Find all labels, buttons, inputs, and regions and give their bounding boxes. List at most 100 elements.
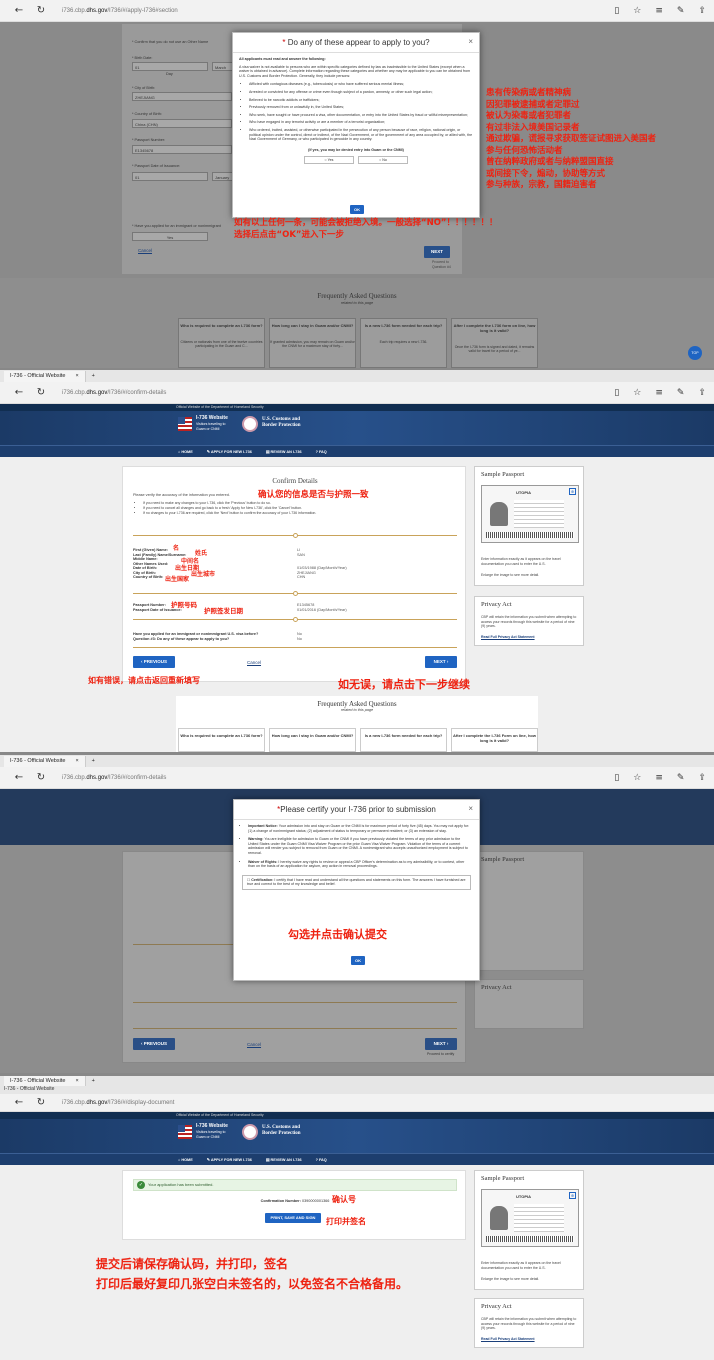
menu-apply[interactable]: ✎ APPLY FOR NEW I-736: [207, 449, 252, 454]
hub-icon[interactable]: ≡: [655, 773, 663, 783]
site-title[interactable]: I-736 Website Visitors traveling to Guam o…: [196, 1123, 228, 1141]
menu-faq[interactable]: ? FAQ: [316, 450, 327, 454]
passport-values: E1345678 01/01/2016 (Day/Month/Year): [297, 603, 347, 612]
close-icon[interactable]: ×: [468, 804, 473, 813]
close-tab-icon[interactable]: ×: [75, 758, 78, 764]
url-field[interactable]: i736.cbp.dhs.gov/I736/#/apply-I736#secti…: [62, 8, 614, 14]
cancel-link[interactable]: Cancel: [247, 1042, 261, 1047]
birth-day-field[interactable]: 01: [132, 62, 208, 71]
notes-icon[interactable]: ✎: [677, 388, 685, 398]
back-icon[interactable]: ←: [8, 387, 30, 398]
new-tab-icon[interactable]: +: [86, 1078, 95, 1084]
yes-radio[interactable]: ○ Yes: [304, 156, 354, 165]
faq-card-1[interactable]: Who is required to complete an I-736 for…: [178, 728, 265, 752]
faq-card-4[interactable]: After I complete the I-736 Form on line,…: [451, 728, 538, 752]
faq-card-4[interactable]: After I complete the I-736 form on line,…: [451, 318, 538, 368]
back-icon[interactable]: ←: [8, 772, 30, 783]
url-field[interactable]: i736.cbp.dhs.gov/I736/#/display-document: [62, 1100, 706, 1106]
next-button[interactable]: NEXT: [424, 246, 450, 258]
question-labels: Have you applied for an immigrant or non…: [133, 632, 258, 641]
close-tab-icon[interactable]: ×: [75, 1078, 78, 1084]
close-tab-icon[interactable]: ×: [75, 373, 78, 379]
privacy-title: Privacy Act: [481, 984, 512, 991]
notes-icon[interactable]: ✎: [677, 773, 685, 783]
certify-modal: *Please certify your I-736 prior to subm…: [233, 799, 480, 981]
privacy-text: CBP will retain the information you subm…: [481, 1317, 577, 1330]
privacy-act-card: Privacy Act CBP will retain the informat…: [474, 596, 584, 646]
passport-country: UTOPIA: [516, 490, 532, 495]
back-icon[interactable]: ←: [8, 5, 30, 16]
menu-home[interactable]: ⌂ HOME: [178, 1158, 193, 1162]
passport-image[interactable]: UTOPIA ⊕: [481, 485, 579, 543]
issue-month-field[interactable]: January: [212, 172, 234, 181]
hub-icon[interactable]: ≡: [655, 388, 663, 398]
refresh-icon[interactable]: ↻: [30, 387, 52, 398]
menu-apply[interactable]: ✎ APPLY FOR NEW I-736: [207, 1157, 252, 1162]
favorite-star-icon[interactable]: ☆: [633, 773, 641, 783]
print-save-sign-button[interactable]: PRINT, SAVE AND SIGN: [265, 1213, 321, 1223]
previous-button[interactable]: ‹ PREVIOUS: [133, 656, 175, 668]
ok-button[interactable]: OK: [350, 205, 364, 214]
no-radio[interactable]: ○ No: [358, 156, 408, 165]
browser-tab[interactable]: I-736 - Official Website ×: [4, 755, 86, 767]
menu-home[interactable]: ⌂ HOME: [178, 450, 193, 454]
issue-day-field[interactable]: 01: [132, 172, 208, 181]
city-birth-field[interactable]: ZHEJIANG: [132, 92, 232, 101]
favorite-star-icon[interactable]: ☆: [633, 388, 641, 398]
annotation-certify: 勾选并点击确认提交: [288, 928, 387, 941]
browser-tab[interactable]: I-736 - Official Website ×: [4, 1076, 86, 1086]
certification-box[interactable]: ☐ Certification: I certify that I have r…: [242, 874, 471, 890]
certification-checkbox[interactable]: ☐: [247, 878, 250, 882]
next-button[interactable]: NEXT ›: [425, 656, 457, 668]
browser-tools: ▯ ☆ ≡ ✎ ⇪: [614, 773, 706, 783]
reading-view-icon[interactable]: ▯: [614, 388, 619, 398]
reading-view-icon[interactable]: ▯: [614, 773, 619, 783]
reading-view-icon[interactable]: ▯: [614, 6, 619, 16]
faq-card-1[interactable]: Who is required to complete an I-736 for…: [178, 318, 265, 368]
refresh-icon[interactable]: ↻: [30, 1097, 52, 1108]
notes-icon[interactable]: ✎: [677, 6, 685, 16]
annotation-given: 名: [173, 545, 180, 552]
faq-card-3[interactable]: Is a new I-736 form needed for each trip…: [360, 728, 447, 752]
refresh-icon[interactable]: ↻: [30, 772, 52, 783]
country-birth-field[interactable]: China (CHN): [132, 119, 232, 128]
faq-card-2[interactable]: How long can I stay in Guam and/or CNMI?: [269, 728, 356, 752]
sample-description: Enter information exactly as it appears …: [481, 1261, 561, 1270]
favorite-star-icon[interactable]: ☆: [633, 6, 641, 16]
privacy-link[interactable]: Read Full Privacy Act Statement: [481, 1337, 535, 1341]
birth-month-field[interactable]: March: [212, 62, 234, 71]
zoom-icon[interactable]: ⊕: [569, 488, 576, 495]
yes-radio[interactable]: Yes: [132, 232, 208, 241]
share-icon[interactable]: ⇪: [698, 388, 706, 398]
menu-faq[interactable]: ? FAQ: [316, 1158, 327, 1162]
site-title[interactable]: I-736 Website Visitors traveling to Guam o…: [196, 415, 228, 433]
list-item: Who have engaged in any terrorist activi…: [249, 120, 473, 125]
close-icon[interactable]: ×: [468, 37, 473, 46]
url-field[interactable]: i736.cbp.dhs.gov/I736/#/confirm-details: [62, 390, 614, 396]
new-tab-icon[interactable]: +: [86, 373, 95, 379]
back-icon[interactable]: ←: [8, 1097, 30, 1108]
cancel-link[interactable]: Cancel: [138, 248, 152, 253]
share-icon[interactable]: ⇪: [698, 6, 706, 16]
previous-button[interactable]: ‹ PREVIOUS: [133, 1038, 175, 1050]
browser-tab[interactable]: I-736 - Official Website ×: [4, 370, 86, 382]
new-tab-icon[interactable]: +: [86, 758, 95, 764]
cancel-link[interactable]: Cancel: [247, 660, 261, 665]
privacy-link[interactable]: Read Full Privacy Act Statement: [481, 635, 535, 639]
hub-icon[interactable]: ≡: [655, 6, 663, 16]
zoom-icon[interactable]: ⊕: [569, 1192, 576, 1199]
faq-card-3[interactable]: Is a new I-736 form needed for each trip…: [360, 318, 447, 368]
faq-card-2[interactable]: How long can I stay in Guam and/or CNMI?…: [269, 318, 356, 368]
share-icon[interactable]: ⇪: [698, 773, 706, 783]
back-to-top-button[interactable]: TOP: [688, 346, 702, 360]
menu-review[interactable]: ▤ REVIEW AN I-736: [266, 1157, 302, 1162]
next-button[interactable]: NEXT ›: [425, 1038, 457, 1050]
refresh-icon[interactable]: ↻: [30, 5, 52, 16]
menu-review[interactable]: ▤ REVIEW AN I-736: [266, 449, 302, 454]
address-bar: ← ↻ i736.cbp.dhs.gov/I736/#/apply-I736#s…: [0, 0, 714, 22]
url-field[interactable]: i736.cbp.dhs.gov/I736/#/confirm-details: [62, 775, 614, 781]
ok-button[interactable]: OK: [351, 956, 365, 965]
annotation-line: 或间接下令，煽动，协助等方式: [486, 168, 606, 179]
passport-image[interactable]: UTOPIA ⊕: [481, 1189, 579, 1247]
passport-field[interactable]: E1345678: [132, 145, 232, 154]
